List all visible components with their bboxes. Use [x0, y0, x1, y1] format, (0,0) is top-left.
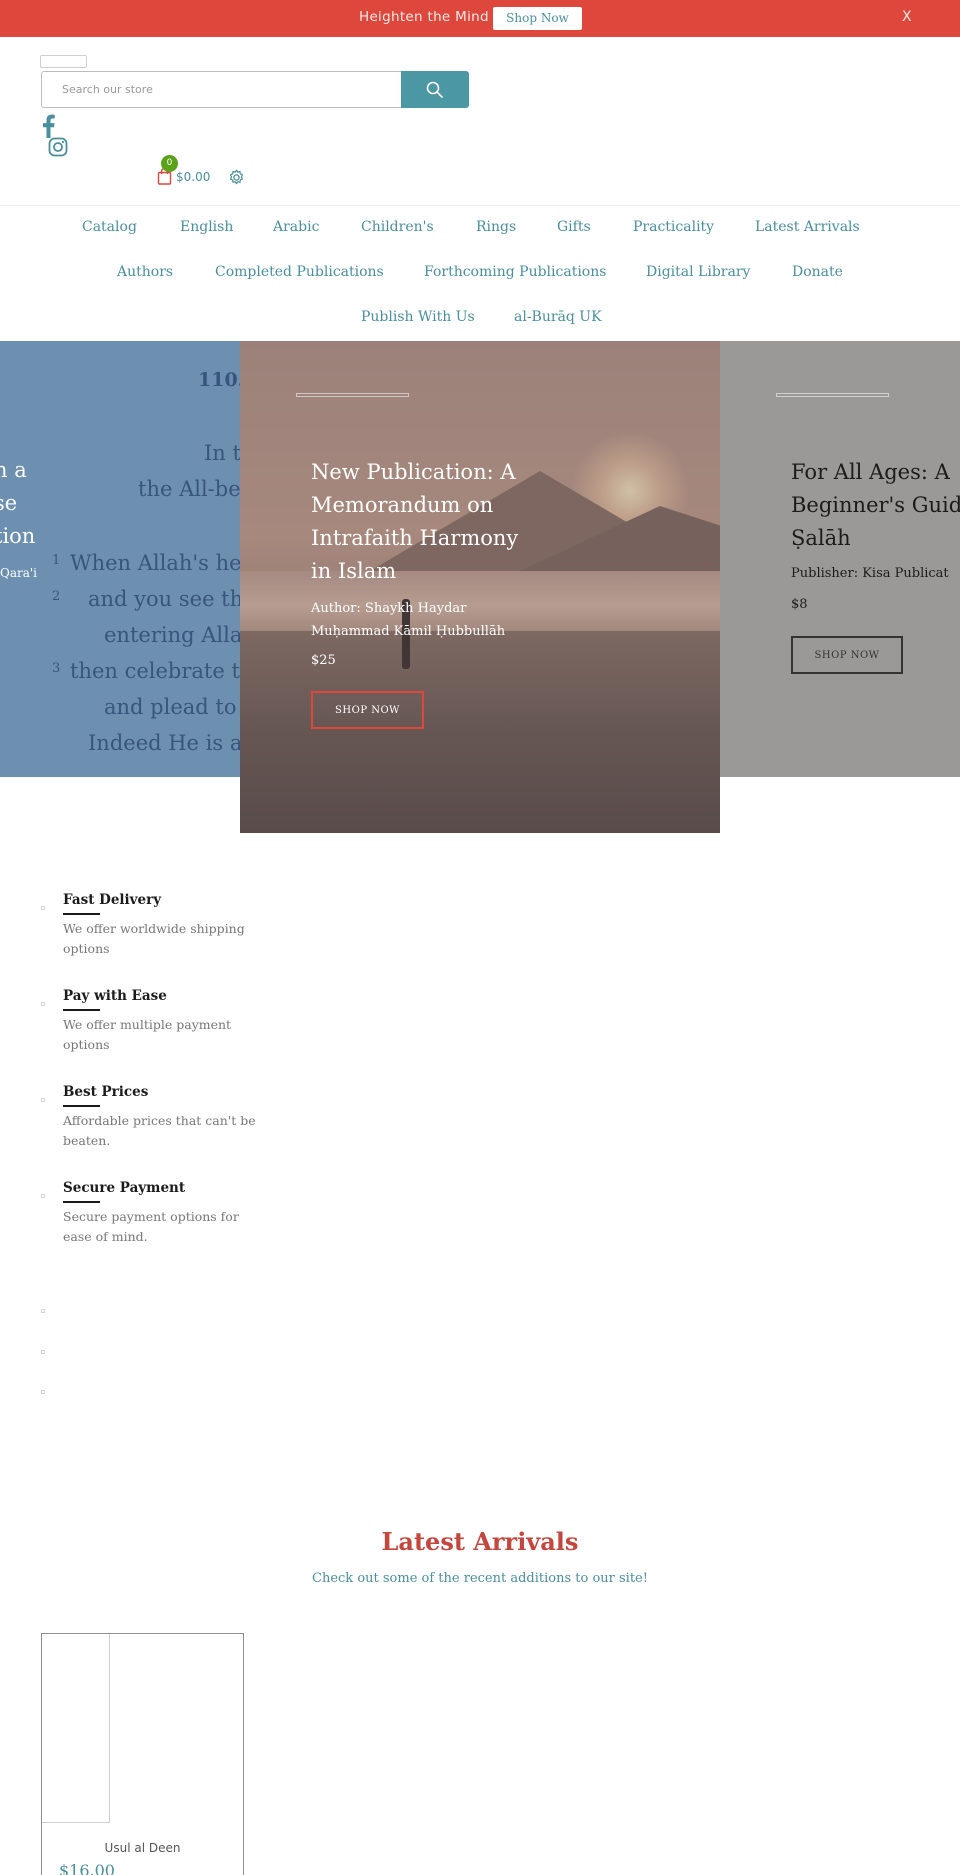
slide-decorative-rule [296, 393, 409, 397]
hero-right-title-line: Ṣalāh [791, 526, 851, 550]
hero-right-title-line: For All Ages: A [791, 460, 950, 484]
scripture-line: and plead to H [104, 695, 240, 719]
hero-center-shop-now-button[interactable]: SHOP NOW [311, 691, 424, 729]
feature-description-line: beaten. [63, 1133, 111, 1148]
search-input[interactable] [41, 71, 402, 108]
product-price: $16.00 [59, 1861, 115, 1875]
empty-bullet [41, 1309, 45, 1313]
feature-description-line: We offer worldwide shipping [63, 921, 245, 936]
hero-left-subtitle: Qara'i [0, 566, 38, 580]
feature-bullet [41, 906, 45, 910]
hero-center-price: $25 [311, 653, 336, 668]
feature-title: Best Prices [63, 1084, 149, 1100]
feature-description: We offer worldwide shipping options [63, 919, 263, 959]
empty-bullet [41, 1390, 45, 1394]
hero-left-title-line: h a [0, 458, 27, 482]
search-button[interactable] [401, 71, 469, 108]
feature-title: Secure Payment [63, 1180, 186, 1196]
nav-item-practicality[interactable]: Practicality [633, 219, 714, 235]
nav-item-donate[interactable]: Donate [792, 264, 843, 280]
feature-underline [63, 913, 100, 915]
instagram-icon[interactable] [48, 137, 68, 157]
feature-title: Fast Delivery [63, 892, 162, 908]
nav-item-english[interactable]: English [180, 219, 233, 235]
verse-number: 1 [52, 553, 61, 568]
feature-underline [63, 1105, 100, 1107]
nav-item-authors[interactable]: Authors [117, 264, 173, 280]
nav-item-catalog[interactable]: Catalog [82, 219, 137, 235]
hero-right-publisher: Publisher: Kisa Publicat [791, 566, 949, 581]
nav-item-forthcoming-publications[interactable]: Forthcoming Publications [424, 264, 606, 280]
slide-decorative-rule [776, 393, 889, 397]
nav-item-digital-library[interactable]: Digital Library [646, 264, 750, 280]
announcement-bar: Heighten the Mind Shop Now X [0, 0, 960, 37]
feature-description: We offer multiple payment options [63, 1015, 263, 1055]
feature-bullet [41, 1098, 45, 1102]
nav-item-gifts[interactable]: Gifts [557, 219, 591, 235]
hero-right-title-line: Beginner's Guid [791, 493, 960, 517]
announcement-close-button[interactable]: X [902, 9, 912, 25]
gear-icon[interactable] [228, 169, 245, 186]
product-card[interactable] [41, 1633, 244, 1875]
empty-bullet [41, 1350, 45, 1354]
hero-right-shop-now-button[interactable]: SHOP NOW [791, 636, 903, 674]
scripture-line: When Allah's hel [70, 551, 240, 575]
scripture-glyph: ر [0, 369, 1, 385]
hero-right-title: For All Ages: A Beginner's Guid Ṣalāh [791, 456, 960, 555]
cart-total[interactable]: $0.00 [176, 170, 210, 184]
feature-underline [63, 1009, 100, 1011]
verse-number: 3 [52, 661, 61, 676]
hero-right-price: $8 [791, 597, 808, 612]
feature-description: Secure payment options for ease of mind. [63, 1207, 263, 1247]
nav-item-completed-publications[interactable]: Completed Publications [215, 264, 384, 280]
scripture-line: and you see the [88, 587, 240, 611]
hero-center-author-line: Author: Shaykh Haydar [311, 601, 467, 616]
feature-description: Affordable prices that can't be beaten. [63, 1111, 263, 1151]
facebook-icon[interactable] [41, 114, 55, 138]
feature-description-line: We offer multiple payment [63, 1017, 232, 1032]
hero-center-title: New Publication: A Memorandum on Intrafa… [311, 456, 571, 588]
verse-number: 2 [52, 589, 61, 604]
hero-center-title-line: in Islam [311, 559, 397, 583]
hero-center-author-line: Muḥammad Kāmil Ḥubbullāh [311, 624, 506, 639]
feature-description-line: ease of mind. [63, 1229, 148, 1244]
announcement-shop-now-button[interactable]: Shop Now [493, 7, 582, 30]
product-image-placeholder[interactable] [42, 1634, 110, 1823]
scripture-line: Indeed He is al [88, 731, 240, 755]
feature-bullet [41, 1194, 45, 1198]
scripture-line: the All-be [138, 477, 240, 501]
hero-center-title-line: New Publication: A [311, 460, 516, 484]
nav-item-latest-arrivals[interactable]: Latest Arrivals [755, 219, 860, 235]
hero-center-title-line: Intrafaith Harmony [311, 526, 519, 550]
header-divider [0, 205, 960, 206]
latest-arrivals-heading: Latest Arrivals [381, 1527, 579, 1556]
hero-center-title-line: Memorandum on [311, 493, 494, 517]
feature-title: Pay with Ease [63, 988, 167, 1004]
feature-bullet [41, 1002, 45, 1006]
scripture-line: 110. [198, 369, 240, 391]
scripture-line: then celebrate the [70, 659, 240, 683]
scripture-line: entering Allah [104, 623, 240, 647]
feature-description-line: Affordable prices that can't be [63, 1113, 256, 1128]
nav-item-arabic[interactable]: Arabic [273, 219, 319, 235]
feature-description-line: options [63, 941, 110, 956]
announcement-text: Heighten the Mind [359, 9, 489, 25]
search-icon [426, 81, 443, 98]
nav-item-childrens[interactable]: Children's [361, 219, 434, 235]
hero-left-title-line: tion [0, 524, 36, 548]
feature-description-line: Secure payment options for [63, 1209, 239, 1224]
hero-slide-right[interactable] [720, 341, 960, 777]
nav-item-rings[interactable]: Rings [476, 219, 516, 235]
feature-description-line: options [63, 1037, 110, 1052]
logo-placeholder[interactable] [40, 55, 87, 68]
hero-slide-left[interactable]: ر 110. In t the All-be When Allah's hel … [0, 341, 240, 777]
latest-arrivals-subtitle: Check out some of the recent additions t… [312, 1571, 648, 1586]
nav-item-al-buraq-uk[interactable]: al-Burāq UK [514, 309, 602, 325]
hero-center-author: Author: Shaykh Haydar Muḥammad Kāmil Ḥub… [311, 597, 571, 643]
scripture-line: In t [204, 441, 240, 465]
product-name[interactable]: Usul al Deen [0, 1841, 285, 1855]
hero-left-title-line: se [0, 491, 18, 515]
nav-item-publish-with-us[interactable]: Publish With Us [361, 309, 475, 325]
feature-underline [63, 1201, 100, 1203]
